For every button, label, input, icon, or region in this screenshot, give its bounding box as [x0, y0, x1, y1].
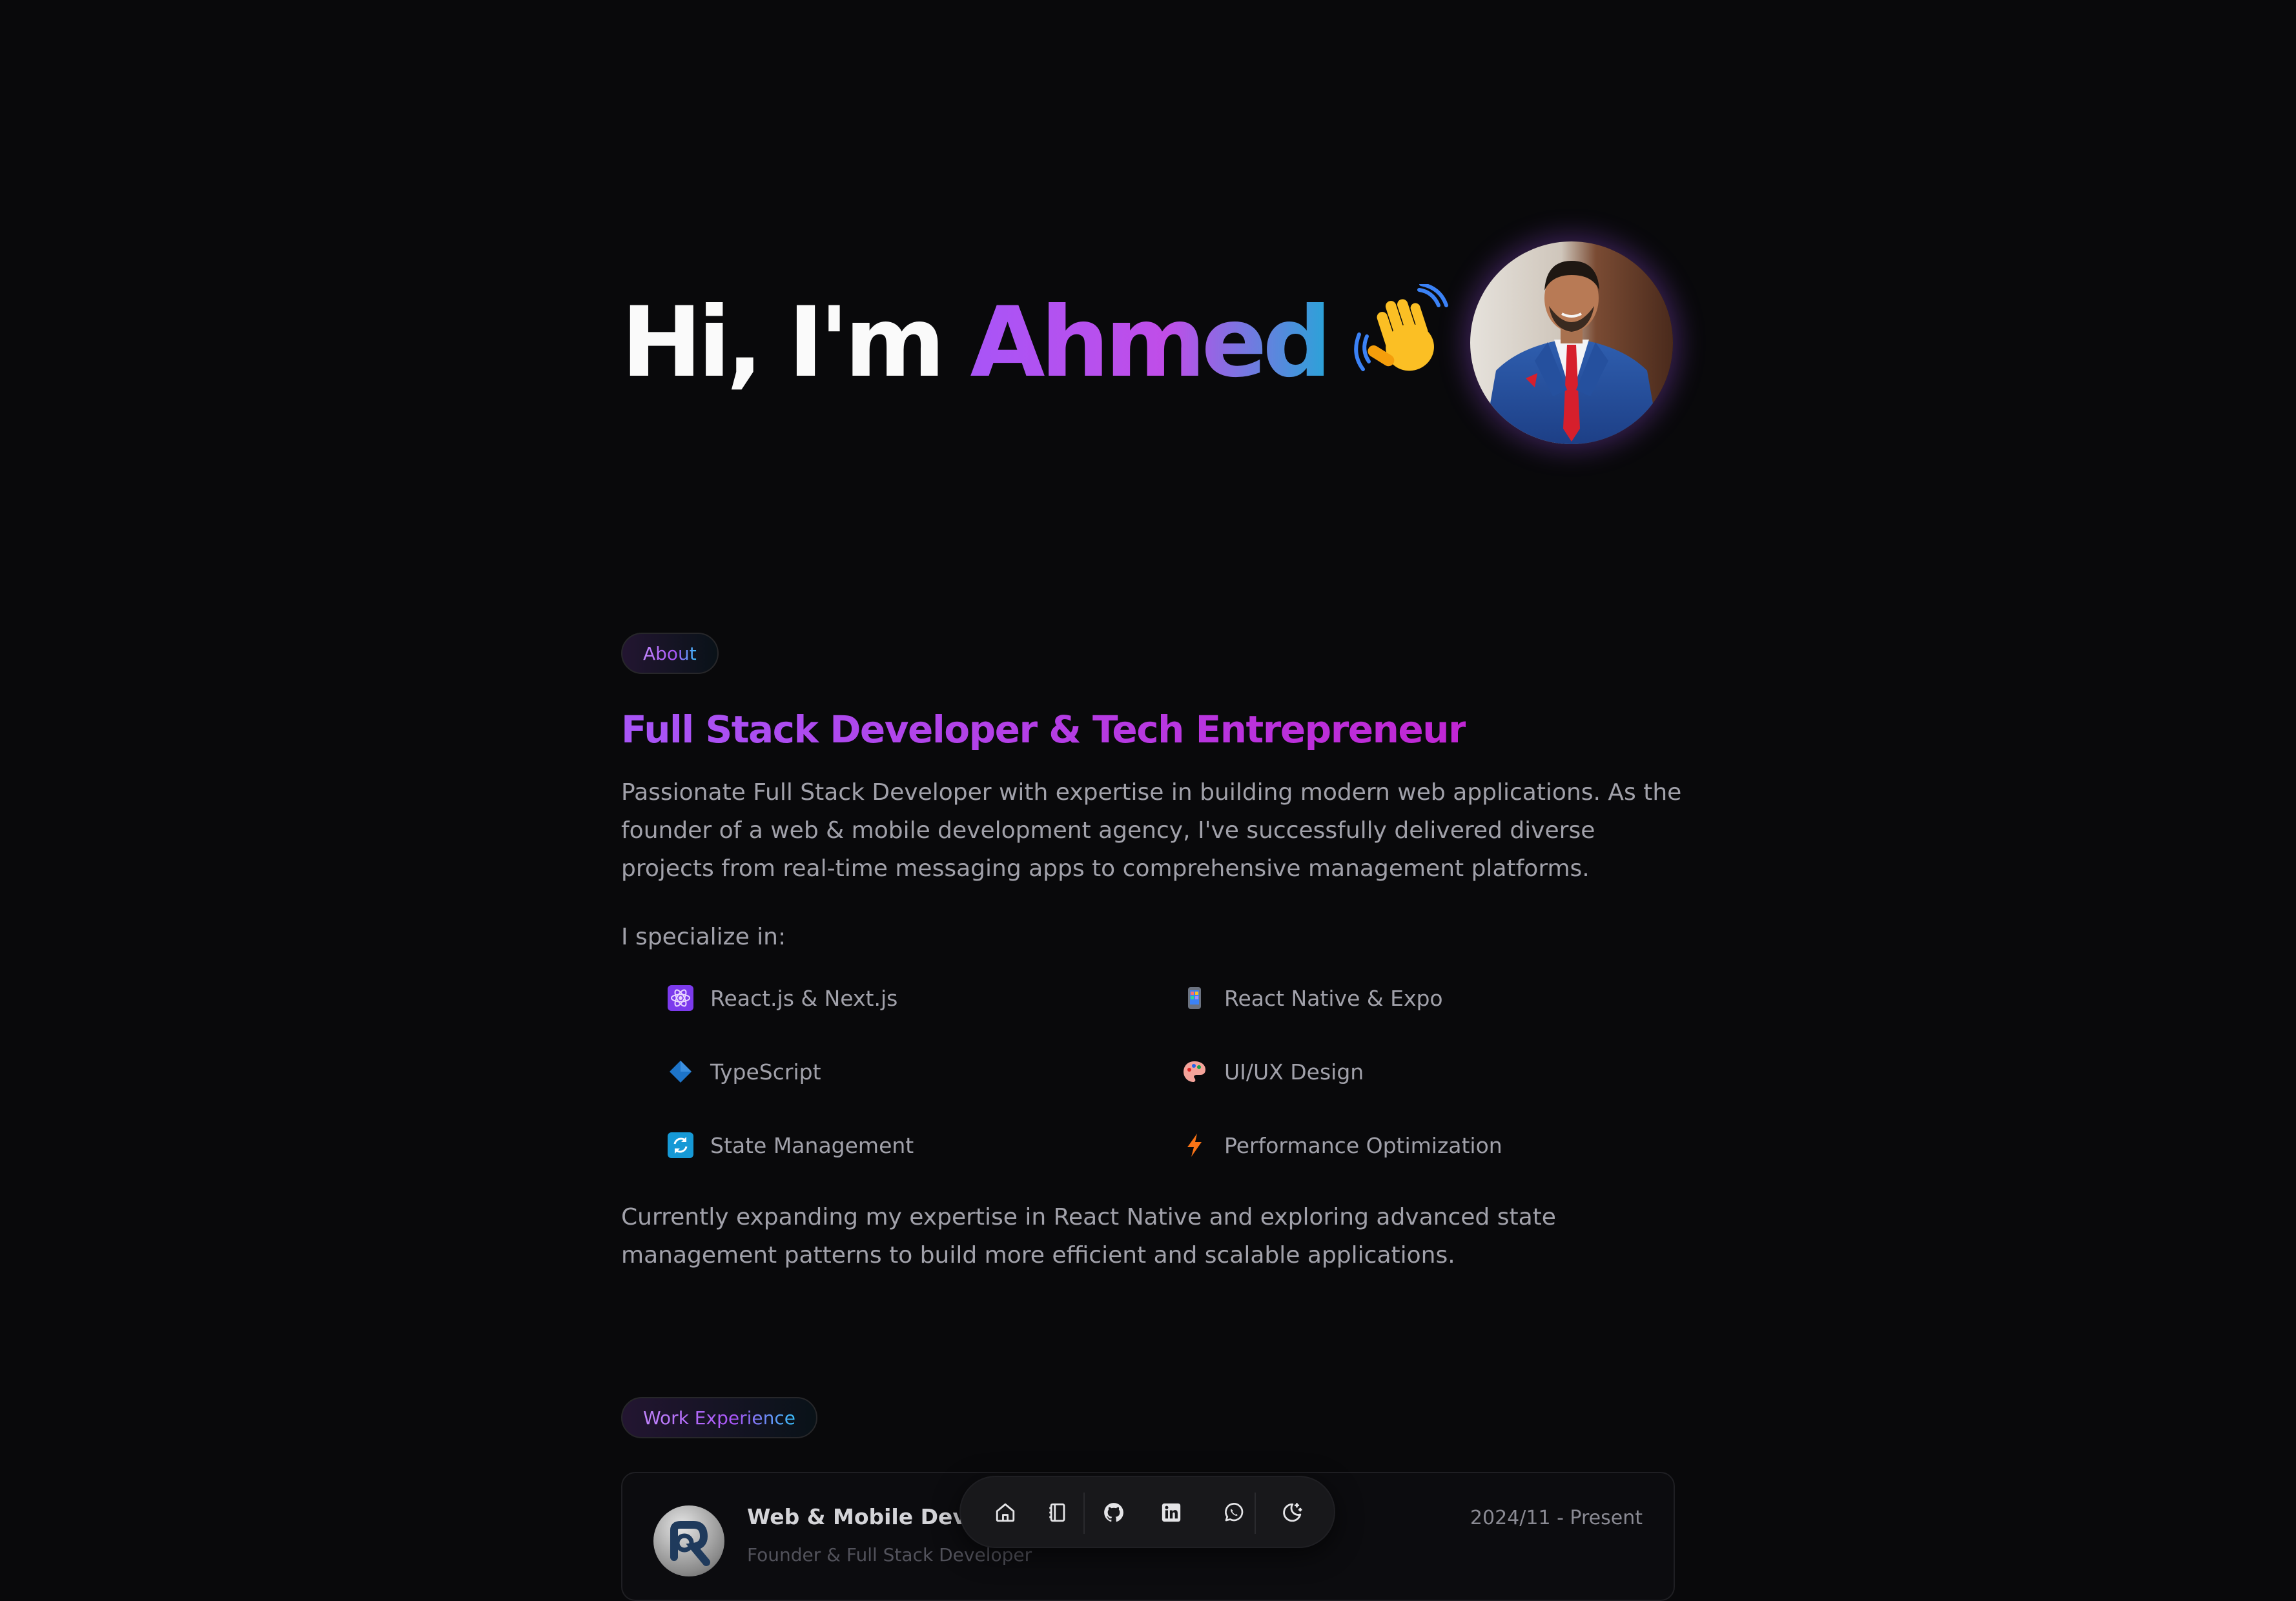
hero-greeting: Hi, I'm: [621, 287, 945, 399]
work-experience-badge: Work Experience: [621, 1397, 817, 1438]
skill-label: React.js & Next.js: [710, 985, 898, 1011]
specialize-label: I specialize in:: [621, 924, 786, 950]
skill-item: UI/UX Design: [1182, 1048, 1696, 1095]
skill-label: TypeScript: [710, 1059, 821, 1085]
portfolio-page: Hi, I'm Ahmed About Full Stack Developer…: [0, 0, 2296, 1601]
dock-separator: [1255, 1493, 1256, 1534]
github-icon[interactable]: [1095, 1494, 1133, 1531]
about-intro: Passionate Full Stack Developer with exp…: [621, 779, 1682, 882]
profile-avatar: [1470, 241, 1673, 444]
skill-item: State Management: [668, 1122, 1182, 1168]
moon-stars-icon[interactable]: [1273, 1494, 1311, 1531]
work-date: 2024/11 - Present: [1470, 1507, 1643, 1529]
hero-name: Ahmed: [970, 287, 1331, 399]
company-logo: [653, 1505, 724, 1576]
dock-separator: [1083, 1493, 1085, 1534]
lightning-icon: [1182, 1132, 1207, 1158]
linkedin-icon[interactable]: [1153, 1494, 1190, 1531]
about-outro: Currently expanding my expertise in Reac…: [621, 1204, 1556, 1269]
skill-label: UI/UX Design: [1224, 1059, 1364, 1085]
skill-item: TypeScript: [668, 1048, 1182, 1095]
floating-dock: [959, 1476, 1335, 1548]
waving-hand-icon: [1353, 282, 1450, 406]
work-badge-label: Work Experience: [643, 1407, 795, 1429]
arrows-cycle-icon: [668, 1132, 693, 1158]
about-badge-label: About: [643, 642, 697, 664]
skill-label: React Native & Expo: [1224, 985, 1443, 1011]
hero-heading: Hi, I'm Ahmed: [621, 282, 1450, 406]
home-icon[interactable]: [987, 1494, 1024, 1531]
about-badge: About: [621, 633, 719, 674]
about-heading: Full Stack Developer & Tech Entrepreneur: [621, 704, 1467, 755]
skill-item: Performance Optimization: [1182, 1122, 1696, 1168]
whatsapp-icon[interactable]: [1215, 1494, 1253, 1531]
palette-icon: [1182, 1059, 1207, 1085]
notebook-icon[interactable]: [1039, 1494, 1076, 1531]
skills-list: React.js & Next.js React Native & Expo T…: [668, 975, 1701, 1168]
atom-icon: [668, 985, 693, 1011]
blue-diamond-icon: [668, 1059, 693, 1085]
skill-label: Performance Optimization: [1224, 1132, 1502, 1158]
mobile-phone-icon: [1182, 985, 1207, 1011]
skill-item: React.js & Next.js: [668, 975, 1182, 1021]
skill-label: State Management: [710, 1132, 914, 1158]
skill-item: React Native & Expo: [1182, 975, 1696, 1021]
